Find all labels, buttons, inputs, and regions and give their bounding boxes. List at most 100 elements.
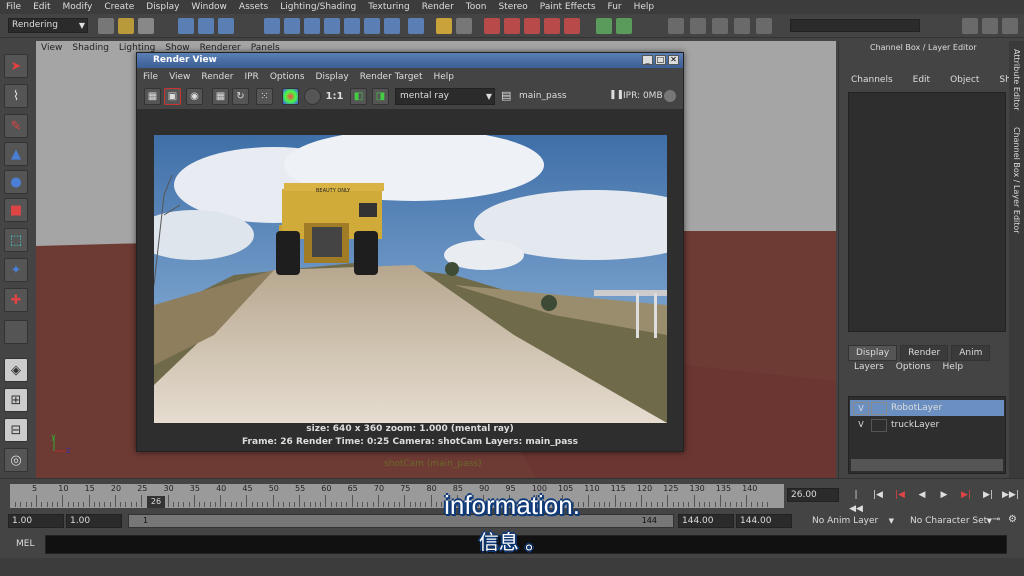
render-settings-icon[interactable] [504, 18, 520, 34]
alpha-channel-icon[interactable] [304, 88, 321, 105]
side-tab-channel-box[interactable]: Channel Box / Layer Editor [1012, 127, 1021, 234]
show-hypershade-icon[interactable] [690, 18, 706, 34]
render-region-icon[interactable] [544, 18, 560, 34]
menu-fur[interactable]: Fur [602, 2, 628, 12]
batch-render-icon[interactable] [734, 18, 750, 34]
layer-type-toggle[interactable] [871, 401, 887, 415]
make-live-icon[interactable] [344, 18, 360, 34]
menu-render[interactable]: Render [416, 2, 460, 12]
channel-list[interactable] [848, 92, 1006, 332]
rv-menu-view[interactable]: View [163, 70, 195, 84]
keep-image-icon[interactable]: ◧ [350, 88, 367, 105]
refresh-ipr-icon[interactable]: ↻ [232, 88, 249, 105]
menu-toon[interactable]: Toon [460, 2, 493, 12]
tab-anim[interactable]: Anim [951, 345, 991, 361]
single-perspective-layout-icon[interactable]: ◈ [4, 358, 28, 382]
pause-icon[interactable]: ❚❚ [609, 90, 624, 100]
cb-menu-channels[interactable]: Channels [839, 75, 901, 89]
menu-paint-effects[interactable]: Paint Effects [534, 2, 602, 12]
menu-file[interactable]: File [0, 2, 27, 12]
render-settings-icon[interactable]: ⁙ [256, 88, 273, 105]
close-icon[interactable]: ✕ [668, 55, 679, 65]
rv-menu-render[interactable]: Render [195, 70, 238, 84]
menu-help[interactable]: Help [628, 2, 661, 12]
select-component-icon[interactable] [218, 18, 234, 34]
quick-select-field[interactable] [790, 19, 920, 32]
save-scene-icon[interactable] [138, 18, 154, 34]
sidebar-toggle-icon[interactable] [596, 18, 612, 34]
scale-tool-icon[interactable]: ■ [4, 198, 28, 222]
layer-row[interactable]: V RobotLayer [850, 400, 1004, 416]
rv-menu-options[interactable]: Options [264, 70, 310, 84]
lasso-tool-icon[interactable]: ⌇ [4, 84, 28, 108]
paint-select-tool-icon[interactable]: ✎ [4, 114, 28, 138]
lock-icon[interactable] [436, 18, 452, 34]
show-manipulator-icon[interactable]: ✚ [4, 288, 28, 312]
input-ops-icon[interactable] [408, 18, 424, 34]
layer-type-toggle[interactable] [871, 418, 887, 432]
render-region-icon[interactable]: ▣ [164, 88, 181, 105]
menu-display[interactable]: Display [140, 2, 185, 12]
tab-render[interactable]: Render [900, 345, 949, 361]
snap-live-icon[interactable] [364, 18, 380, 34]
layer-row[interactable]: V truckLayer [850, 417, 1004, 433]
new-scene-icon[interactable] [98, 18, 114, 34]
menu-lighting-shading[interactable]: Lighting/Shading [274, 2, 362, 12]
render-view-icon[interactable] [668, 18, 684, 34]
rgb-channels-icon[interactable] [282, 88, 299, 105]
rv-menu-render-target[interactable]: Render Target [354, 70, 428, 84]
ipr-render-icon[interactable] [484, 18, 500, 34]
render-globals-icon[interactable] [712, 18, 728, 34]
last-tool-icon[interactable] [4, 320, 28, 344]
layer-list-scrollbar[interactable] [851, 459, 1003, 471]
ipr-icon[interactable]: ▦ [212, 88, 229, 105]
magnet-icon[interactable] [564, 18, 580, 34]
snap-point-icon[interactable] [304, 18, 320, 34]
one-to-one-button[interactable]: 1:1 [326, 88, 344, 105]
menu-stereo[interactable]: Stereo [492, 2, 533, 12]
move-tool-icon[interactable]: ▲ [4, 142, 28, 166]
tab-display[interactable]: Display [848, 345, 898, 361]
hypershade-icon[interactable] [524, 18, 540, 34]
cb-menu-object[interactable]: Object [938, 75, 987, 89]
menu-set-dropdown[interactable]: Rendering ▼ [8, 18, 88, 33]
maximize-icon[interactable]: □ [655, 55, 666, 65]
four-view-layout-icon[interactable]: ⊞ [4, 388, 28, 412]
open-scene-icon[interactable] [118, 18, 134, 34]
select-hierarchy-icon[interactable] [178, 18, 194, 34]
layer-menu-layers[interactable]: Layers [848, 362, 890, 376]
menu-modify[interactable]: Modify [57, 2, 99, 12]
render-layer-icon[interactable] [756, 18, 772, 34]
custom-layout-icon[interactable]: ◎ [4, 448, 28, 472]
soft-modification-icon[interactable]: ✦ [4, 258, 28, 282]
select-object-icon[interactable] [198, 18, 214, 34]
universal-manipulator-icon[interactable]: ⬚ [4, 228, 28, 252]
snap-view-plane-icon[interactable] [324, 18, 340, 34]
minimize-icon[interactable]: _ [642, 55, 653, 65]
outliner-toggle-icon[interactable] [616, 18, 632, 34]
render-current-frame-icon[interactable] [456, 18, 472, 34]
rotate-tool-icon[interactable]: ● [4, 170, 28, 194]
rv-menu-file[interactable]: File [137, 70, 163, 84]
attribute-editor-toggle-icon[interactable] [962, 18, 978, 34]
channel-box-toggle-icon[interactable] [1002, 18, 1018, 34]
select-tool-icon[interactable]: ➤ [4, 54, 28, 78]
redo-render-icon[interactable]: ▦ [144, 88, 161, 105]
snap-curve-icon[interactable] [284, 18, 300, 34]
snapshot-icon[interactable]: ◉ [186, 88, 203, 105]
layer-visibility-toggle[interactable]: V [853, 401, 869, 415]
menu-texturing[interactable]: Texturing [362, 2, 416, 12]
menu-assets[interactable]: Assets [233, 2, 274, 12]
persp-outliner-layout-icon[interactable]: ⊟ [4, 418, 28, 442]
side-tab-attribute-editor[interactable]: Attribute Editor [1012, 49, 1021, 111]
layer-menu-options[interactable]: Options [890, 362, 937, 376]
layer-menu-help[interactable]: Help [937, 362, 970, 376]
cb-menu-edit[interactable]: Edit [901, 75, 938, 89]
rv-menu-help[interactable]: Help [427, 70, 459, 84]
history-icon[interactable] [384, 18, 400, 34]
menu-window[interactable]: Window [185, 2, 233, 12]
menu-create[interactable]: Create [98, 2, 140, 12]
rv-menu-display[interactable]: Display [310, 70, 354, 84]
remove-image-icon[interactable]: ◨ [372, 88, 389, 105]
menu-edit[interactable]: Edit [27, 2, 56, 12]
